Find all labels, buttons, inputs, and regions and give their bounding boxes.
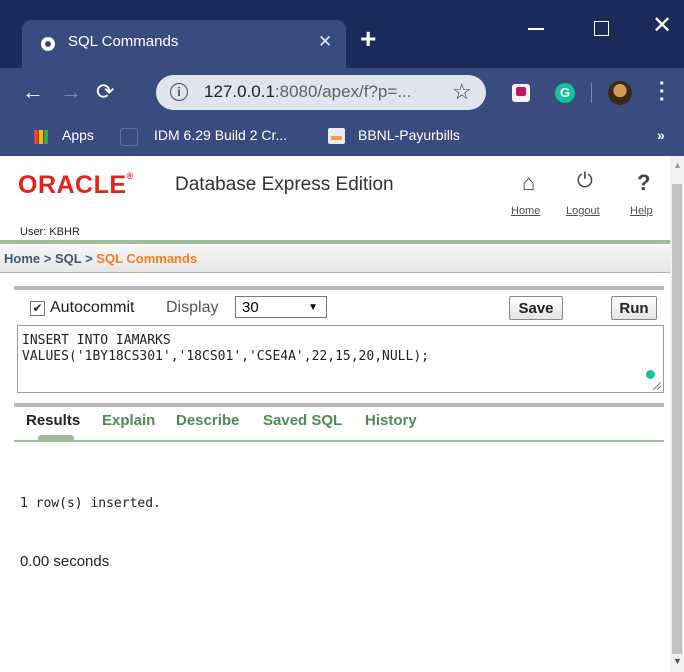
bookmarks-bar: Apps IDM 6.29 Build 2 Cr... BBNL-Payurbi…	[0, 118, 684, 156]
logout-link[interactable]: Logout	[566, 205, 600, 217]
tab-close-icon[interactable]: ✕	[318, 32, 332, 52]
scroll-up-icon[interactable]: ▲	[673, 160, 682, 170]
maximize-button[interactable]	[594, 21, 609, 36]
header-divider	[0, 240, 670, 244]
result-message: 1 row(s) inserted.	[20, 496, 161, 511]
home-link[interactable]: Home	[511, 205, 540, 217]
bookmark-idm[interactable]: IDM 6.29 Build 2 Cr...	[154, 127, 287, 143]
minimize-button[interactable]	[528, 28, 544, 30]
tab-explain[interactable]: Explain	[102, 412, 155, 429]
menu-icon[interactable]: · · ·	[659, 74, 666, 110]
autocommit-checkbox[interactable]: ✔	[30, 301, 45, 316]
tab-title: SQL Commands	[68, 33, 179, 50]
reload-icon[interactable]: ⟳	[96, 79, 114, 105]
address-bar[interactable]: i 127.0.0.1:8080/apex/f?p=... ☆	[156, 75, 486, 110]
browser-toolbar: ← → ⟳ i 127.0.0.1:8080/apex/f?p=... ☆ G …	[0, 68, 684, 118]
run-button[interactable]: Run	[611, 296, 657, 320]
help-link[interactable]: Help	[630, 205, 653, 217]
display-select[interactable]: 30 ▼	[235, 296, 327, 318]
back-arrow-icon[interactable]: ←	[22, 79, 44, 105]
scroll-thumb[interactable]	[672, 184, 682, 654]
star-icon[interactable]: ☆	[452, 79, 472, 105]
results-divider	[14, 403, 664, 407]
oracle-logo: ORACLE®	[18, 171, 134, 199]
new-tab-button[interactable]: +	[360, 25, 376, 53]
resize-grip-icon[interactable]	[653, 382, 661, 390]
user-label: User: KBHR	[20, 226, 80, 238]
tab-results[interactable]: Results	[26, 412, 80, 429]
info-icon[interactable]: i	[170, 83, 188, 101]
autocommit-label: Autocommit	[50, 299, 135, 316]
save-button[interactable]: Save	[509, 296, 563, 320]
url-path: :8080/apex/f?p=...	[274, 82, 412, 101]
breadcrumb: Home > SQL > SQL Commands	[4, 251, 198, 266]
url-host: 127.0.0.1	[204, 82, 275, 101]
execution-time: 0.00 seconds	[20, 553, 110, 570]
toolbar-divider	[14, 286, 664, 290]
brand-text: ORACLE	[18, 171, 127, 199]
browser-tab[interactable]: SQL Commands ✕	[22, 20, 346, 68]
avatar[interactable]	[608, 81, 632, 105]
grammarly-status-icon[interactable]	[646, 370, 655, 379]
apps-icon	[34, 130, 48, 144]
breadcrumb-sql[interactable]: SQL	[55, 251, 82, 266]
product-title: Database Express Edition	[175, 174, 394, 195]
toolbar-separator	[591, 83, 592, 103]
scroll-down-icon[interactable]: ▼	[673, 656, 682, 666]
bookmark-bbnl[interactable]: BBNL-Payurbills	[358, 127, 460, 143]
sql-editor[interactable]: INSERT INTO IAMARKS VALUES('1BY18CS301',…	[17, 325, 664, 393]
window-close-button[interactable]: ✕	[652, 14, 672, 38]
forward-arrow-icon[interactable]: →	[60, 79, 82, 105]
bookmark-apps[interactable]: Apps	[62, 127, 94, 143]
tab-saved-sql[interactable]: Saved SQL	[263, 412, 342, 429]
tab-history[interactable]: History	[365, 412, 417, 429]
globe-icon	[41, 37, 55, 51]
display-label: Display	[166, 299, 219, 316]
browser-titlebar: SQL Commands ✕ + ✕	[0, 0, 684, 68]
grammarly-icon[interactable]: G	[555, 83, 575, 103]
bbnl-icon	[328, 128, 345, 144]
url-text[interactable]: 127.0.0.1:8080/apex/f?p=...	[204, 82, 412, 102]
tabs-underline	[14, 440, 664, 442]
breadcrumb-bar: Home > SQL > SQL Commands	[0, 246, 670, 273]
tab-describe[interactable]: Describe	[176, 412, 239, 429]
bookmark-page-icon	[120, 128, 138, 146]
home-icon[interactable]: ⌂	[522, 170, 535, 196]
page-content: ORACLE® Database Express Edition ⌂ Home …	[0, 156, 670, 672]
display-value: 30	[242, 299, 259, 316]
breadcrumb-current: SQL Commands	[96, 251, 198, 266]
breadcrumb-home[interactable]: Home	[4, 251, 40, 266]
chevron-down-icon: ▼	[308, 302, 318, 313]
bookmarks-more-icon[interactable]: »	[657, 127, 665, 143]
help-icon[interactable]: ?	[637, 170, 650, 196]
page-scrollbar[interactable]: ▲ ▼	[670, 156, 684, 672]
power-icon[interactable]: ⏻	[577, 170, 593, 193]
extension-icon[interactable]	[512, 84, 530, 102]
sql-text[interactable]: INSERT INTO IAMARKS VALUES('1BY18CS301',…	[22, 333, 429, 365]
